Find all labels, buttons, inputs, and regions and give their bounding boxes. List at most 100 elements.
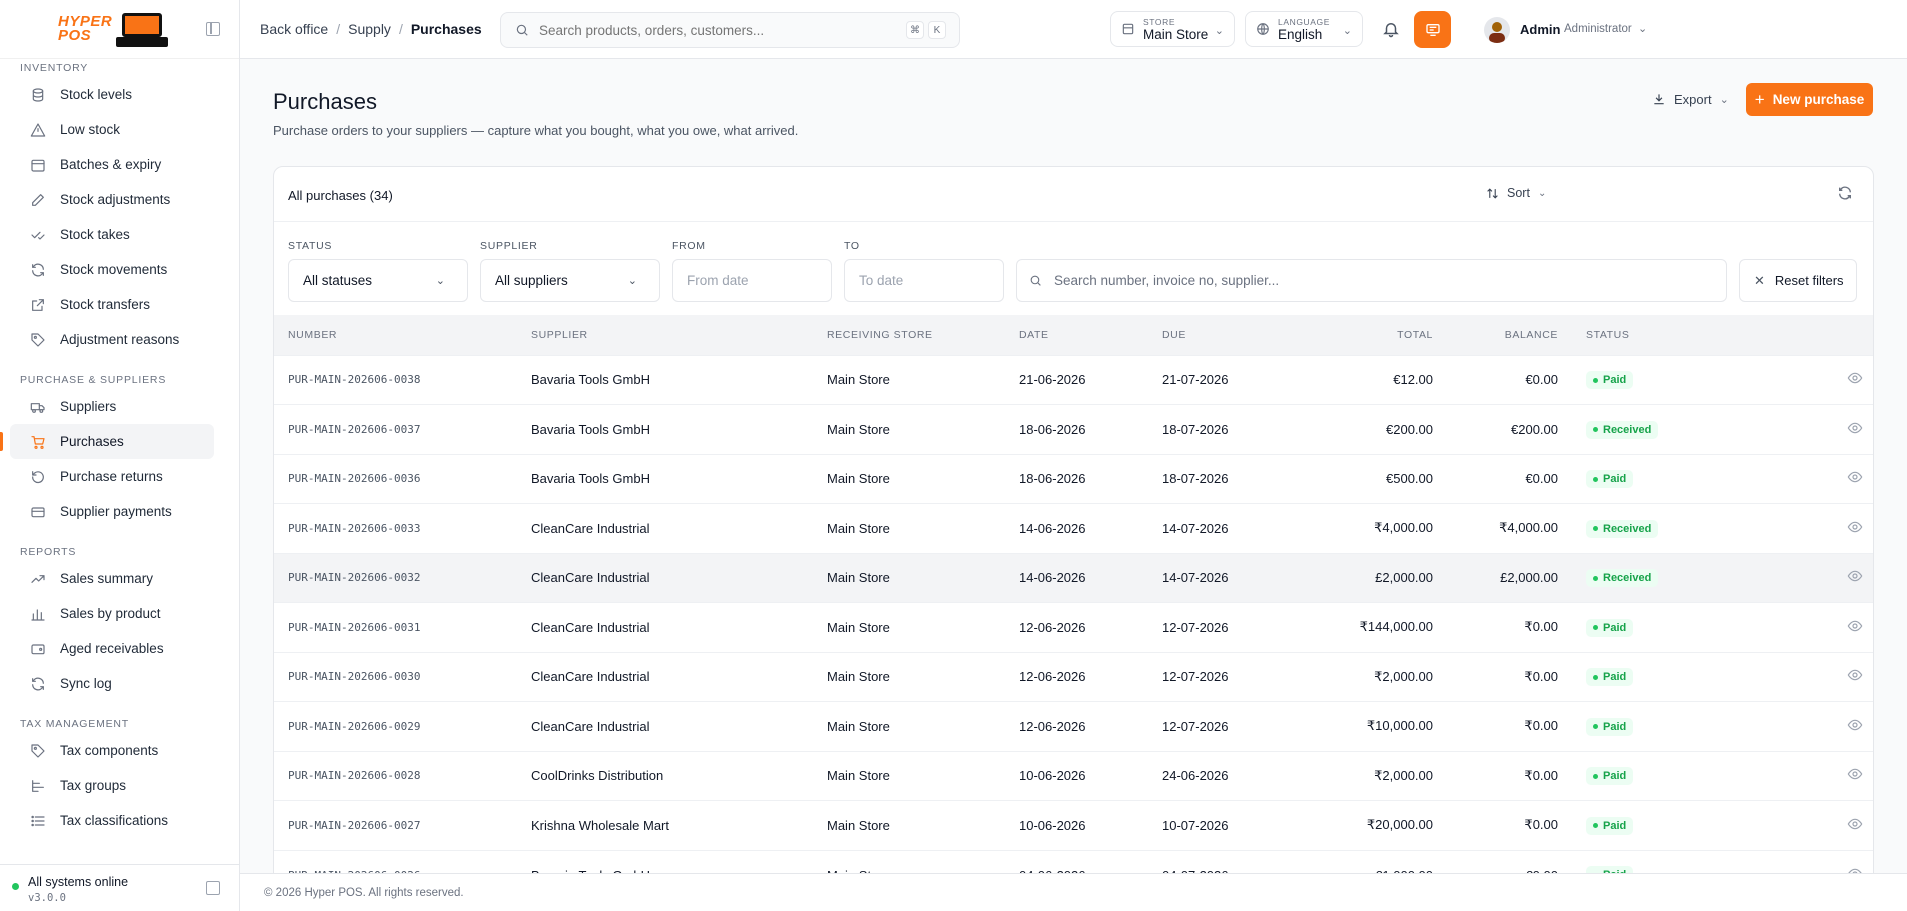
cell-number[interactable]: PUR-MAIN-202606-0038: [274, 354, 531, 405]
cell-due: 12-07-2026: [1162, 602, 1292, 652]
table-row[interactable]: PUR-MAIN-202606-0031 CleanCare Industrial…: [274, 602, 1873, 652]
col-receiving-store[interactable]: RECEIVING STORE: [827, 315, 1019, 355]
sidebar-item-tax-classifications[interactable]: Tax classifications: [10, 803, 214, 838]
sidebar-item-adjustment-reasons[interactable]: Adjustment reasons: [10, 322, 214, 357]
sort-icon: [1487, 187, 1498, 199]
eye-icon[interactable]: [1847, 667, 1863, 683]
eye-icon[interactable]: [1847, 866, 1863, 874]
eye-icon[interactable]: [1847, 519, 1863, 535]
sidebar-item-label: Stock movements: [60, 262, 168, 277]
table-search-input[interactable]: Search number, invoice no, supplier...: [1016, 259, 1727, 302]
cell-date: 10-06-2026: [1019, 750, 1162, 801]
cell-number[interactable]: PUR-MAIN-202606-0027: [274, 800, 531, 850]
col-supplier[interactable]: SUPPLIER: [531, 315, 827, 355]
col-due[interactable]: DUE: [1162, 315, 1292, 355]
user-role: Administrator: [1564, 23, 1632, 35]
table-row[interactable]: PUR-MAIN-202606-0028 CoolDrinks Distribut…: [274, 750, 1873, 801]
supplier-filter-select[interactable]: All suppliers ⌄: [480, 259, 660, 302]
table-row[interactable]: PUR-MAIN-202606-0036 Bavaria Tools GmbH Ma…: [274, 453, 1873, 504]
cell-number[interactable]: PUR-MAIN-202606-0037: [274, 404, 531, 454]
eye-icon[interactable]: [1847, 568, 1863, 584]
cell-number[interactable]: PUR-MAIN-202606-0036: [274, 453, 531, 504]
sidebar-item-sync-log[interactable]: Sync log: [10, 666, 214, 701]
bell-icon[interactable]: [1382, 20, 1400, 38]
sidebar: HYPER POS INVENTORY Stock levels Low stock…: [0, 0, 240, 911]
sort-button[interactable]: Sort ⌄: [1486, 186, 1546, 200]
breadcrumb-supply[interactable]: Supply: [348, 21, 391, 37]
col-balance[interactable]: BALANCE: [1433, 315, 1558, 355]
reset-filters-button[interactable]: ✕ Reset filters: [1739, 259, 1857, 302]
status-badge: Paid: [1586, 618, 1634, 637]
sidebar-item-tax-groups[interactable]: Tax groups: [10, 768, 214, 803]
status-filter-select[interactable]: All statuses ⌄: [288, 259, 468, 302]
eye-icon[interactable]: [1847, 766, 1863, 782]
cell-balance: ₹0.00: [1433, 800, 1558, 850]
sidebar-item-stock-takes[interactable]: Stock takes: [10, 217, 214, 252]
sidebar-item-stock-levels[interactable]: Stock levels: [10, 77, 214, 112]
status-badge: Paid: [1586, 767, 1634, 785]
page-title: Purchases: [273, 89, 377, 114]
chevron-down-icon[interactable]: ⌄: [1638, 22, 1647, 35]
sidebar-item-suppliers[interactable]: Suppliers: [10, 389, 214, 424]
table-row[interactable]: PUR-MAIN-202606-0027 Krishna Wholesale Ma…: [274, 800, 1873, 850]
pos-terminal-button[interactable]: [1414, 11, 1451, 48]
col-total[interactable]: TOTAL: [1292, 315, 1433, 355]
cell-number[interactable]: PUR-MAIN-202606-0031: [274, 602, 531, 652]
eye-icon[interactable]: [1847, 816, 1863, 832]
to-date-input[interactable]: To date: [844, 259, 1004, 302]
cell-number[interactable]: PUR-MAIN-202606-0026: [274, 849, 531, 873]
sidebar-item-stock-adjustments[interactable]: Stock adjustments: [10, 182, 214, 217]
page-subtitle: Purchase orders to your suppliers — capt…: [273, 123, 799, 138]
col-date[interactable]: DATE: [1019, 315, 1162, 355]
sidebar-item-purchases[interactable]: Purchases: [0, 424, 214, 459]
table-row[interactable]: PUR-MAIN-202606-0030 CleanCare Industrial…: [274, 651, 1873, 702]
plus-icon: +: [1754, 89, 1765, 109]
sidebar-item-tax-components[interactable]: Tax components: [10, 733, 214, 768]
global-search-input[interactable]: [539, 22, 899, 38]
sidebar-item-batches-expiry[interactable]: Batches & expiry: [10, 147, 214, 182]
user-name[interactable]: Admin: [1520, 22, 1560, 37]
eye-icon[interactable]: [1847, 717, 1863, 733]
cell-number[interactable]: PUR-MAIN-202606-0029: [274, 701, 531, 751]
col-number[interactable]: NUMBER: [274, 315, 531, 355]
from-date-input[interactable]: From date: [672, 259, 832, 302]
sidebar-item-sales-summary[interactable]: Sales summary: [10, 561, 214, 596]
table-row[interactable]: PUR-MAIN-202606-0029 CleanCare Industrial…: [274, 701, 1873, 751]
eye-icon[interactable]: [1847, 420, 1863, 436]
cell-number[interactable]: PUR-MAIN-202606-0033: [274, 503, 531, 553]
new-purchase-button[interactable]: + New purchase: [1746, 83, 1873, 116]
sidebar-item-purchase-returns[interactable]: Purchase returns: [10, 459, 214, 494]
export-button[interactable]: Export ⌄: [1642, 83, 1739, 115]
eye-icon[interactable]: [1847, 618, 1863, 634]
table-row[interactable]: PUR-MAIN-202606-0026Bavaria Tools GmbHMa…: [274, 849, 1873, 874]
sidebar-item-stock-transfers[interactable]: Stock transfers: [10, 287, 214, 322]
cell-number[interactable]: PUR-MAIN-202606-0028: [274, 750, 531, 801]
avatar[interactable]: [1484, 17, 1510, 43]
sidebar-item-label: Stock transfers: [60, 297, 151, 312]
collapse-sidebar-icon[interactable]: [206, 22, 220, 36]
table-row[interactable]: PUR-MAIN-202606-0033 CleanCare Industrial…: [274, 503, 1873, 553]
store-select[interactable]: STORE Main Store ⌄: [1110, 11, 1235, 47]
language-select[interactable]: LANGUAGE English ⌄: [1245, 11, 1363, 47]
breadcrumb-back-office[interactable]: Back office: [260, 21, 328, 37]
cell-number[interactable]: PUR-MAIN-202606-0032: [274, 552, 531, 603]
refresh-icon[interactable]: [1837, 185, 1853, 201]
sidebar-item-aged-receivables[interactable]: Aged receivables: [10, 631, 214, 666]
sidebar-item-sales-by-product[interactable]: Sales by product: [10, 596, 214, 631]
logo[interactable]: HYPER POS: [58, 11, 169, 47]
sidebar-item-stock-movements[interactable]: Stock movements: [10, 252, 214, 287]
sidebar-item-low-stock[interactable]: Low stock: [10, 112, 214, 147]
sidebar-item-supplier-payments[interactable]: Supplier payments: [10, 494, 214, 529]
cell-total: ₹10,000.00: [1292, 701, 1433, 751]
col-status[interactable]: STATUS: [1558, 315, 1758, 355]
table-row[interactable]: PUR-MAIN-202606-0038 Bavaria Tools GmbH Ma…: [274, 354, 1873, 405]
collapse-footer-icon[interactable]: [206, 881, 220, 895]
cell-number[interactable]: PUR-MAIN-202606-0030: [274, 651, 531, 702]
table-row[interactable]: PUR-MAIN-202606-0032 CleanCare Industrial…: [274, 552, 1873, 603]
eye-icon[interactable]: [1847, 370, 1863, 386]
check-list-icon: [30, 227, 46, 243]
eye-icon[interactable]: [1847, 469, 1863, 485]
global-search[interactable]: ⌘ K: [500, 12, 960, 48]
table-row[interactable]: PUR-MAIN-202606-0037 Bavaria Tools GmbH Ma…: [274, 404, 1873, 454]
store-label: STORE: [1143, 16, 1176, 27]
